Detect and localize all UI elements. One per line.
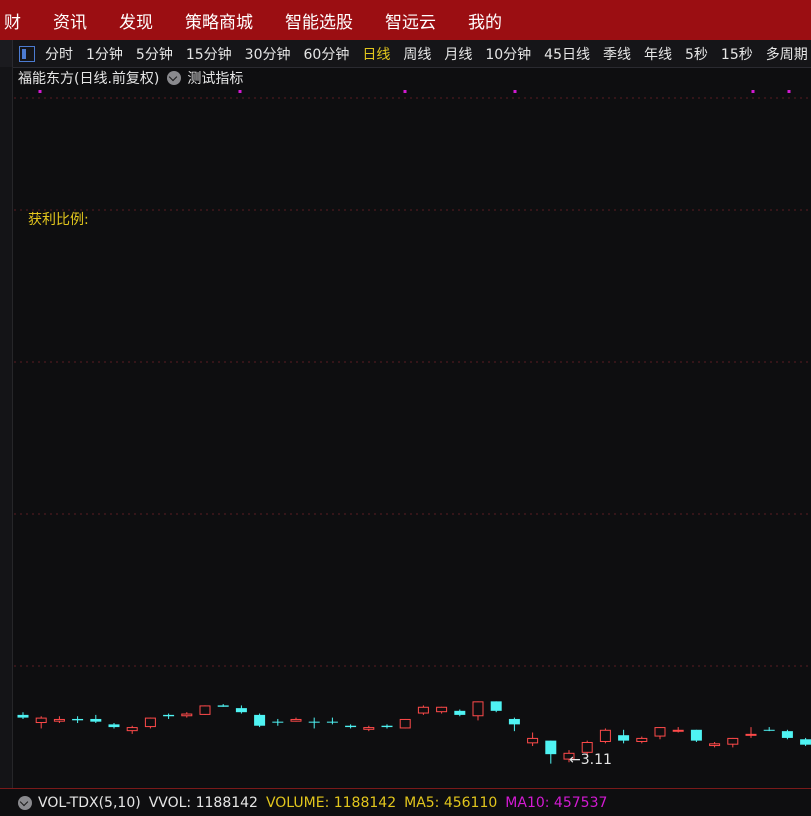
candle-body <box>508 718 520 725</box>
candle-body <box>308 721 320 723</box>
signal-dot <box>787 90 791 93</box>
candle-body <box>599 729 611 742</box>
candle-body <box>345 725 357 728</box>
candle-body <box>181 713 193 717</box>
indicator-dropdown-icon[interactable] <box>167 71 182 85</box>
candle-body <box>35 717 47 724</box>
candle-body <box>654 727 666 737</box>
candle-body <box>672 729 684 732</box>
ma10-value: MA10: 457537 <box>505 794 608 811</box>
chart-title: 福能东方(日线.前复权) <box>18 71 160 87</box>
candle-body <box>144 717 156 728</box>
candle-body <box>272 721 284 723</box>
candle-body <box>727 737 739 745</box>
candle-body <box>363 727 375 730</box>
indicator-name[interactable]: 测试指标 <box>187 68 243 88</box>
profit-ratio-label: 获利比例: <box>28 212 89 228</box>
volume-dropdown-icon[interactable] <box>18 795 32 810</box>
volume-indicator-bar: VOL-TDX(5,10) VVOL: 1188142 VOLUME: 1188… <box>0 788 811 816</box>
candle-body <box>490 701 502 711</box>
candle-body <box>217 705 229 707</box>
candle-body <box>581 741 593 753</box>
candle-body <box>417 706 429 714</box>
candle-body <box>126 727 138 732</box>
chart-header: 福能东方(日线.前复权) 测试指标 <box>18 68 243 88</box>
candle-body <box>90 718 102 722</box>
candle-body <box>636 737 648 742</box>
candle-body <box>781 731 793 738</box>
candle-body <box>399 718 411 729</box>
candle-body <box>709 743 721 747</box>
signal-dot <box>403 90 407 93</box>
candle-body <box>454 710 466 715</box>
candle-body <box>72 718 84 721</box>
low-price-marker: ←3.11 <box>569 752 612 768</box>
candle-body <box>800 739 811 745</box>
signal-dot <box>513 90 517 93</box>
signal-dot <box>751 90 755 93</box>
candle-body <box>763 729 775 731</box>
candle-body <box>17 714 29 718</box>
volume-indicator-name[interactable]: VOL-TDX(5,10) <box>38 795 141 811</box>
candle-body <box>745 733 757 736</box>
candle-body <box>199 705 211 715</box>
candle-body <box>254 714 266 726</box>
candle-body <box>326 721 338 723</box>
candle-body <box>618 735 630 741</box>
candle-body <box>527 737 539 744</box>
candle-body <box>436 706 448 713</box>
signal-dot <box>238 90 242 93</box>
signal-dot <box>38 90 42 93</box>
candle-body <box>53 718 65 722</box>
candle-body <box>235 708 247 713</box>
volume-value: VOLUME: 1188142 <box>265 794 397 811</box>
candle-body <box>472 701 484 717</box>
candle-body <box>545 740 557 755</box>
vvol-value: VVOL: 1188142 <box>148 794 258 811</box>
kline-chart <box>14 90 811 764</box>
candle-body <box>290 718 302 722</box>
ma5-value: MA5: 456110 <box>404 794 498 811</box>
candle-body <box>381 725 393 728</box>
candle-body <box>108 724 120 728</box>
candle-body <box>163 714 175 717</box>
candle-body <box>690 729 702 741</box>
